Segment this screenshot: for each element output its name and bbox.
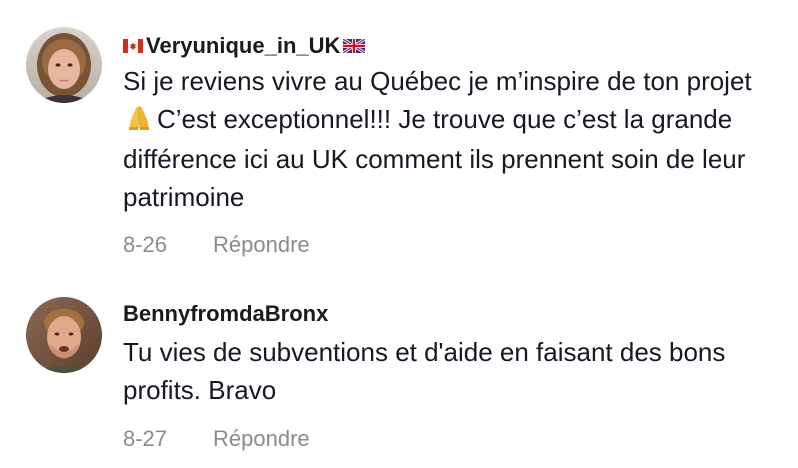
uk-flag-icon: [342, 33, 367, 59]
folded-hands-icon: [125, 103, 153, 142]
user-avatar-image: [26, 27, 102, 103]
username-text: Veryunique_in_UK: [146, 33, 341, 58]
avatar[interactable]: [26, 297, 102, 373]
canada-flag-icon: [123, 33, 143, 59]
comment-text: Si je reviens vivre au Québec je m’inspi…: [123, 63, 773, 216]
user-avatar-image: [26, 297, 102, 373]
username-text: BennyfromdaBronx: [123, 301, 329, 326]
comment-item: BennyfromdaBronx Tu vies de subventions …: [0, 290, 798, 468]
comment-date: 8-26: [123, 232, 168, 257]
username[interactable]: Veryunique_in_UK: [123, 33, 367, 59]
comment-meta: 8-27 Répondre: [123, 426, 310, 452]
comment-meta: 8-26 Répondre: [123, 232, 310, 258]
username[interactable]: BennyfromdaBronx: [123, 301, 328, 327]
comment-date: 8-27: [123, 426, 168, 451]
comment-item: Veryunique_in_UK Si je reviens vivre au …: [0, 0, 798, 290]
reply-button[interactable]: Répondre: [213, 232, 310, 258]
comment-text-part1: Si je reviens vivre au Québec je m’inspi…: [123, 66, 752, 96]
comment-text-part2: C’est exceptionnel!!! Je trouve que c’es…: [123, 103, 746, 212]
reply-button[interactable]: Répondre: [213, 426, 310, 452]
avatar[interactable]: [26, 27, 102, 103]
comment-text: Tu vies de subventions et d'aide en fais…: [123, 337, 726, 405]
